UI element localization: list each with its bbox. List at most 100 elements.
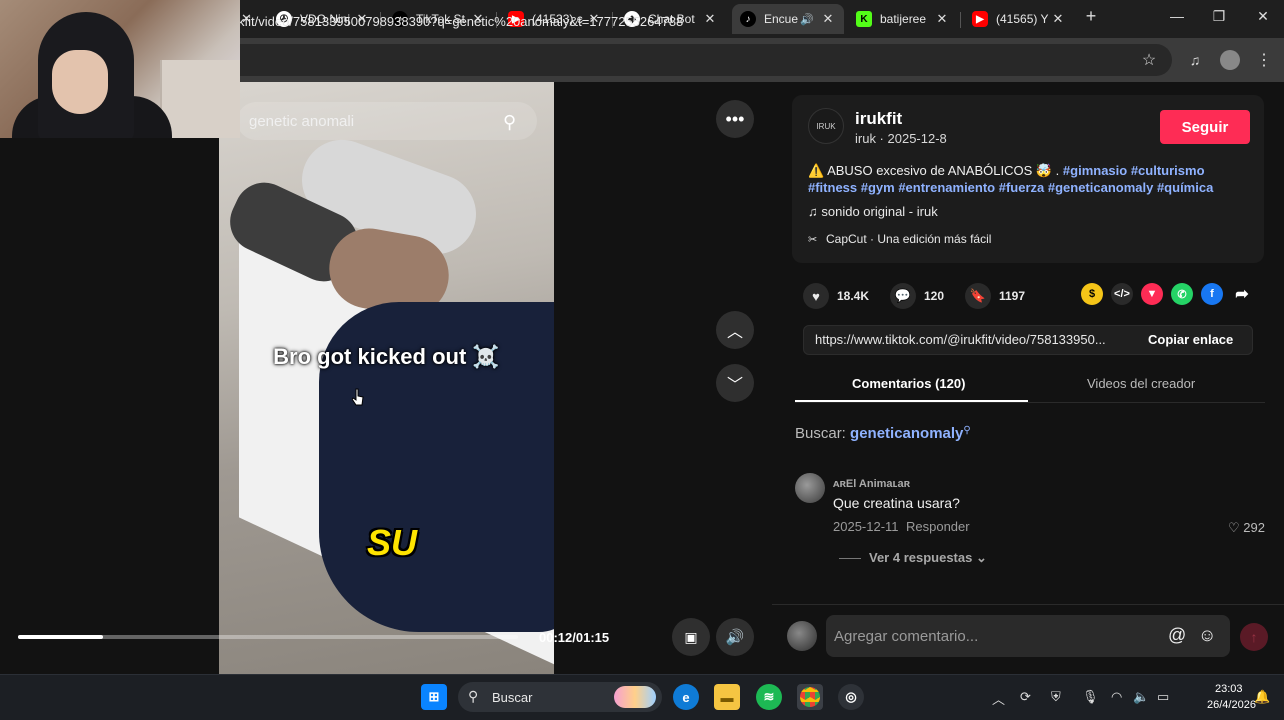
facebook-icon[interactable]: f (1201, 283, 1223, 305)
notification-icon[interactable]: 🔔 (1254, 689, 1270, 705)
post-comment-button[interactable]: ↑ (1240, 623, 1268, 651)
tab-title: (41565) Y (996, 12, 1049, 26)
coin-share-icon[interactable]: $ (1081, 283, 1103, 305)
mention-icon[interactable]: @ (1168, 625, 1186, 646)
tab-comments[interactable]: Comentarios (120) (852, 376, 965, 391)
divider-line (839, 558, 861, 560)
view-replies-button[interactable]: Ver 4 respuestas ⌄ (839, 550, 987, 566)
save-count: 1197 (999, 289, 1026, 303)
chevron-down-icon: ⌄ (975, 550, 987, 565)
video-link[interactable]: https://www.tiktok.com/@irukfit/video/75… (815, 332, 1106, 347)
commenter-name[interactable]: ᴀʀEl Animaʟaʀ (833, 478, 910, 490)
battery-icon[interactable]: ▭ (1157, 689, 1169, 705)
copy-link-button[interactable]: Copiar enlace (1148, 332, 1233, 347)
obs-icon[interactable]: ◎ (838, 684, 864, 710)
kick-icon: K (856, 11, 872, 27)
follow-button[interactable]: Seguir (1160, 110, 1250, 144)
close-icon[interactable]: ✕ (934, 11, 950, 27)
send-icon[interactable]: ▼ (1141, 283, 1163, 305)
microphone-icon[interactable]: 🎙 (1082, 689, 1099, 705)
tab-kick[interactable]: K batijeree ✕ (848, 4, 958, 34)
webcam-background (160, 60, 240, 138)
music-link[interactable]: ♫ sonido original - iruk (808, 204, 938, 219)
search-icon: ⚲ (503, 112, 517, 132)
volume-icon[interactable]: 🔈 (1133, 689, 1149, 705)
emoji-icon[interactable]: ☺ (1198, 625, 1216, 646)
next-video-button[interactable]: ﹀ (716, 364, 754, 402)
more-options-button[interactable]: ••• (716, 100, 754, 138)
taskbar-clock-date[interactable]: 26/4/2026 (1207, 699, 1256, 711)
my-avatar (787, 621, 817, 651)
wifi-icon[interactable]: ◠ (1111, 689, 1122, 705)
close-icon[interactable]: ✕ (702, 11, 718, 27)
search-keyword[interactable]: geneticanomaly (850, 425, 963, 442)
video-progress-bar[interactable] (18, 635, 518, 639)
chevron-up-icon[interactable]: ︿ (992, 689, 1005, 708)
video-search-text: genetic anomali (249, 113, 355, 130)
search-icon: ⚲ (468, 688, 479, 704)
screen: ✕ ✇ VDO.Ninj ✕ ♪ TikTok St ✕ ▶ (41533) c… (0, 0, 1284, 720)
share-arrow-icon[interactable]: ➦ (1231, 283, 1253, 305)
windows-start-icon[interactable]: ⊞ (421, 684, 447, 710)
profile-avatar[interactable] (1218, 48, 1242, 72)
floating-player-button[interactable]: ▣ (672, 618, 710, 656)
tab-divider (795, 402, 1265, 403)
minimize-button[interactable]: — (1162, 8, 1192, 24)
capcut-link[interactable]: ✂ CapCut · Una edición más fácil (808, 232, 991, 246)
media-control-icon[interactable]: ♫ (1183, 48, 1207, 72)
like-button[interactable]: ♥ 18.4K (803, 283, 869, 309)
sync-icon[interactable]: ⟳ (1020, 689, 1031, 705)
file-explorer-icon[interactable]: ▬ (714, 684, 740, 710)
save-button[interactable]: 🔖 1197 (965, 283, 1025, 309)
comment-like-count: 292 (1243, 520, 1265, 535)
close-icon[interactable]: ✕ (820, 11, 836, 27)
speaker-icon[interactable]: 🔊 (800, 13, 814, 26)
video-player[interactable]: genetic anomali ⚲ Bro got kicked out ☠️ … (219, 82, 554, 674)
whatsapp-icon[interactable]: ✆ (1171, 283, 1193, 305)
capcut-icon: ✂ (808, 234, 818, 246)
comment-text: Que creatina usara? (833, 495, 960, 511)
description-text: ⚠️ ABUSO excesivo de ANABÓLICOS 🤯 . (808, 163, 1063, 178)
commenter-avatar[interactable] (795, 473, 825, 503)
tab-title: batijeree (880, 12, 927, 26)
comment-search-suggestion[interactable]: Buscar: geneticanomaly⚲ (795, 425, 971, 442)
tab-title: Encue (764, 12, 799, 26)
comment-date: 2025-12-11 (833, 519, 899, 534)
mouse-cursor-icon (352, 388, 364, 406)
tab-youtube-2[interactable]: ▶ (41565) Y ✕ (964, 4, 1074, 34)
comment-like-button[interactable]: ♡ 292 (1228, 520, 1265, 536)
video-sticker-text: SU (367, 522, 418, 563)
previous-video-button[interactable]: ︿ (716, 311, 754, 349)
edge-icon[interactable]: e (673, 684, 699, 710)
creator-subline: iruk · 2025-12-8 (855, 131, 947, 146)
webcam-person-face (52, 50, 108, 114)
close-icon[interactable]: ✕ (1050, 11, 1066, 27)
embed-icon[interactable]: </> (1111, 283, 1133, 305)
view-replies-label: Ver 4 respuestas (869, 550, 973, 565)
heart-icon: ♥ (803, 283, 829, 309)
spotify-icon[interactable]: ≋ (756, 684, 782, 710)
reply-button[interactable]: Responder (906, 519, 970, 534)
webcam-overlay (0, 0, 240, 138)
chrome-icon[interactable] (797, 684, 823, 710)
defender-icon[interactable]: ⛨ (1051, 689, 1061, 705)
creator-avatar[interactable]: IRUK (808, 108, 844, 144)
comment-count: 120 (924, 289, 945, 303)
taskbar-clock-time[interactable]: 23:03 (1215, 683, 1243, 695)
creator-username[interactable]: irukfit (855, 109, 902, 129)
capcut-label: CapCut · Una edición más fácil (826, 232, 992, 246)
url-text[interactable]: kfit/video/7581339500798938390?q=genetic… (238, 14, 683, 29)
new-tab-button[interactable]: + (1076, 6, 1106, 27)
close-window-button[interactable]: ✕ (1248, 8, 1278, 25)
maximize-button[interactable]: ❐ (1204, 8, 1234, 25)
bookmark-star-icon[interactable]: ☆ (1137, 48, 1161, 72)
tab-active-indicator (795, 400, 1028, 402)
video-caption: Bro got kicked out ☠️ (273, 344, 500, 369)
tab-tiktok-active[interactable]: ♪ Encue 🔊 ✕ (732, 4, 844, 34)
comment-button[interactable]: 💬 120 (890, 283, 944, 309)
comment-icon: 💬 (890, 283, 916, 309)
volume-button[interactable]: 🔊 (716, 618, 754, 656)
kebab-menu-icon[interactable]: ⋮ (1252, 48, 1276, 72)
tab-creator-videos[interactable]: Videos del creador (1087, 376, 1195, 391)
heart-outline-icon: ♡ (1228, 520, 1240, 535)
